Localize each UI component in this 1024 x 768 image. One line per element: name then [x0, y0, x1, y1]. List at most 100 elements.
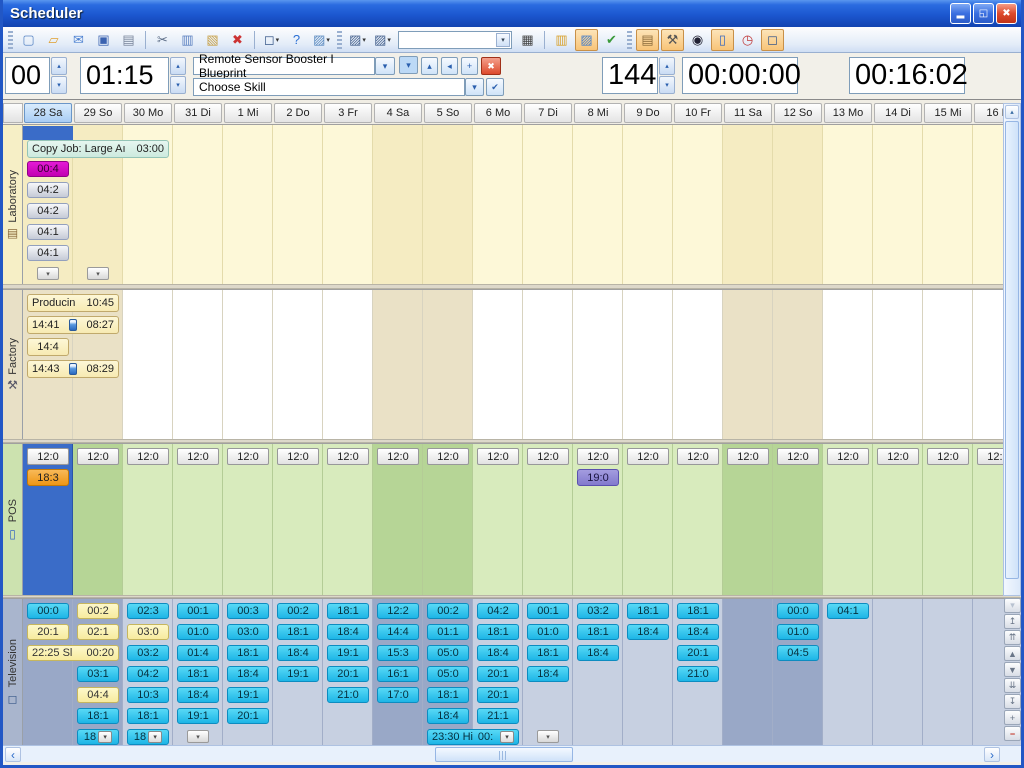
- day-header-cell[interactable]: 11 Sa: [724, 103, 772, 123]
- picture-tool-1-button[interactable]: ▨ ▾: [346, 29, 369, 51]
- schedule-event[interactable]: 00:2: [277, 603, 319, 619]
- schedule-event[interactable]: 18:4: [177, 687, 219, 703]
- day-column-cell[interactable]: [823, 444, 873, 595]
- schedule-event[interactable]: 12:0: [127, 448, 169, 465]
- day-header-cell[interactable]: 13 Mo: [824, 103, 872, 123]
- schedule-event[interactable]: 03:2: [577, 603, 619, 619]
- day-column-cell[interactable]: [173, 444, 223, 595]
- schedule-event[interactable]: 04:2: [127, 666, 169, 682]
- blueprint-expand-button[interactable]: ▾: [399, 56, 418, 74]
- schedule-event[interactable]: 18:1: [77, 708, 119, 724]
- day-column-cell[interactable]: [573, 125, 623, 284]
- copy-button[interactable]: ▥: [176, 29, 199, 51]
- chevron-down-icon[interactable]: ▾: [387, 36, 391, 44]
- day-column-cell[interactable]: [573, 444, 623, 595]
- day-header-cell[interactable]: 14 Di: [874, 103, 922, 123]
- expand-dropdown-button[interactable]: ▾: [87, 267, 109, 280]
- schedule-event[interactable]: 18:1: [177, 666, 219, 682]
- schedule-event[interactable]: 00:3: [227, 603, 269, 619]
- day-column-cell[interactable]: [273, 444, 323, 595]
- day-column-cell[interactable]: [523, 125, 573, 284]
- schedule-event[interactable]: 19:1: [277, 666, 319, 682]
- horizontal-scroll-thumb[interactable]: [435, 747, 573, 762]
- day-column-cell[interactable]: [473, 290, 523, 439]
- save-button[interactable]: ▣: [92, 29, 115, 51]
- zoom-in-icon[interactable]: +: [1004, 710, 1021, 725]
- day-column-cell[interactable]: [323, 290, 373, 439]
- day-column-cell[interactable]: [473, 125, 523, 284]
- day-column-cell[interactable]: [623, 599, 673, 745]
- factory-toggle-button[interactable]: ⚒: [661, 28, 684, 51]
- day-column-cell[interactable]: [573, 599, 623, 745]
- day-column-cell[interactable]: [823, 125, 873, 284]
- move-left-button[interactable]: ◂: [441, 57, 458, 75]
- day-column-cell[interactable]: [323, 444, 373, 595]
- schedule-event[interactable]: 12:0: [527, 448, 569, 465]
- schedule-event[interactable]: 18:4: [277, 645, 319, 661]
- schedule-event[interactable]: 18:4: [677, 624, 719, 640]
- restore-button[interactable]: ◱: [973, 3, 994, 24]
- schedule-event[interactable]: 10:3: [127, 687, 169, 703]
- skill-dropdown-button[interactable]: ▾: [465, 78, 484, 96]
- schedule-event[interactable]: 18:4: [577, 645, 619, 661]
- schedule-event[interactable]: 01:4: [177, 645, 219, 661]
- day-column-cell[interactable]: [673, 290, 723, 439]
- schedule-event[interactable]: 00:2: [427, 603, 469, 619]
- schedule-event[interactable]: 05:0: [427, 666, 469, 682]
- day-header-cell[interactable]: 29 So: [74, 103, 122, 123]
- schedule-event[interactable]: 19:0: [577, 469, 619, 486]
- day-header-cell[interactable]: 2 Do: [274, 103, 322, 123]
- schedule-event[interactable]: 20:1: [227, 708, 269, 724]
- day-column-cell[interactable]: [673, 444, 723, 595]
- schedule-event[interactable]: 19:1: [227, 687, 269, 703]
- toolbar-grip[interactable]: [8, 30, 13, 49]
- schedule-event[interactable]: 01:0: [527, 624, 569, 640]
- schedule-event[interactable]: 18:4: [227, 666, 269, 682]
- schedule-event[interactable]: 05:0: [427, 645, 469, 661]
- schedule-event[interactable]: 19:1: [327, 645, 369, 661]
- spin-down-icon[interactable]: ▾: [659, 76, 675, 94]
- schedule-event[interactable]: 12:0: [227, 448, 269, 465]
- schedule-event[interactable]: 12:0: [327, 448, 369, 465]
- day-column-cell[interactable]: [523, 290, 573, 439]
- schedule-event[interactable]: 12:0: [777, 448, 819, 465]
- table-view-button[interactable]: ▦: [516, 29, 539, 51]
- schedule-event[interactable]: 20:1: [27, 624, 69, 640]
- schedule-event[interactable]: 04:1: [827, 603, 869, 619]
- delete-button[interactable]: ✖: [226, 29, 249, 51]
- chevron-down-icon[interactable]: ▾: [148, 731, 163, 743]
- scroll-down-disabled-icon[interactable]: ▾: [1004, 598, 1021, 613]
- toolbar-grip[interactable]: [627, 30, 632, 49]
- scroll-up-icon[interactable]: ▴: [1005, 105, 1019, 119]
- day-column-cell[interactable]: [123, 444, 173, 595]
- schedule-event[interactable]: 01:0: [777, 624, 819, 640]
- chevron-down-icon[interactable]: ▾: [496, 32, 510, 47]
- schedule-event[interactable]: 03:0: [227, 624, 269, 640]
- hours-field[interactable]: 00: [5, 57, 50, 94]
- day-column-cell[interactable]: [273, 125, 323, 284]
- duration-field[interactable]: 01:15: [80, 57, 169, 94]
- schedule-event[interactable]: 14:4: [27, 338, 69, 356]
- schedule-event[interactable]: 02:3: [127, 603, 169, 619]
- schedule-event[interactable]: 12:0: [377, 448, 419, 465]
- scroll-left-icon[interactable]: ‹: [5, 747, 21, 762]
- schedule-event[interactable]: 18:4: [527, 666, 569, 682]
- day-header-cell[interactable]: 5 So: [424, 103, 472, 123]
- schedule-event[interactable]: 21:0: [327, 687, 369, 703]
- chevron-down-icon[interactable]: ▾: [362, 36, 366, 44]
- day-header-cell[interactable]: 3 Fr: [324, 103, 372, 123]
- schedule-event[interactable]: 00:1: [527, 603, 569, 619]
- paste-button[interactable]: ▧: [201, 29, 224, 51]
- laboratory-toggle-button[interactable]: ▤: [636, 28, 659, 51]
- schedule-event[interactable]: 04:5: [777, 645, 819, 661]
- day-header-cell[interactable]: 30 Mo: [124, 103, 172, 123]
- schedule-event[interactable]: 00:0: [777, 603, 819, 619]
- schedule-event[interactable]: 20:1: [477, 666, 519, 682]
- schedule-event[interactable]: 21:0: [677, 666, 719, 682]
- schedule-event[interactable]: 16:1: [377, 666, 419, 682]
- schedule-event[interactable]: 14:41 08:27: [27, 316, 119, 334]
- zoom-out-icon[interactable]: −: [1004, 726, 1021, 741]
- schedule-event[interactable]: 14:4: [377, 624, 419, 640]
- day-column-cell[interactable]: [373, 290, 423, 439]
- help-button[interactable]: ?: [285, 29, 308, 51]
